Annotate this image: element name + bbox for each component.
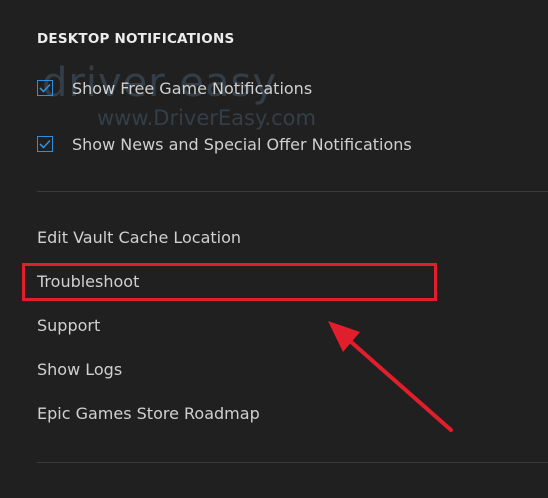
free-game-notifications-label: Show Free Game Notifications [72, 78, 313, 98]
watermark-url-text: www.DriverEasy.com [97, 106, 316, 130]
checkmark-icon [39, 83, 51, 93]
checkmark-icon [39, 139, 51, 149]
free-game-notifications-option[interactable]: Show Free Game Notifications [37, 77, 312, 99]
support-link[interactable]: Support [37, 316, 100, 336]
news-offer-notifications-checkbox[interactable] [37, 136, 53, 152]
section-divider [37, 191, 548, 192]
epic-games-store-roadmap-link[interactable]: Epic Games Store Roadmap [37, 404, 260, 424]
news-offer-notifications-label: Show News and Special Offer Notification… [72, 134, 412, 154]
show-logs-link[interactable]: Show Logs [37, 360, 122, 380]
news-offer-notifications-option[interactable]: Show News and Special Offer Notification… [37, 133, 412, 155]
troubleshoot-link[interactable]: Troubleshoot [37, 272, 139, 292]
settings-panel: driver easy www.DriverEasy.com DESKTOP N… [0, 0, 548, 498]
driver-easy-watermark: driver easy www.DriverEasy.com [42, 60, 342, 140]
section-divider-bottom [37, 462, 548, 463]
free-game-notifications-checkbox[interactable] [37, 80, 53, 96]
desktop-notifications-heading: DESKTOP NOTIFICATIONS [37, 31, 235, 47]
edit-vault-cache-location-link[interactable]: Edit Vault Cache Location [37, 228, 241, 248]
